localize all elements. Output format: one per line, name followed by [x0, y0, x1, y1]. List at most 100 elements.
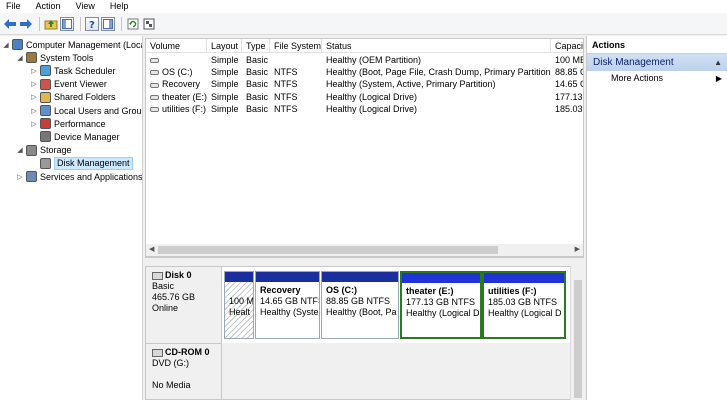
- table-row[interactable]: Simple Basic Healthy (OEM Partition) 100 MB: [146, 54, 583, 66]
- expanded-arrow-icon[interactable]: ◢: [2, 41, 10, 49]
- menu-file[interactable]: File: [0, 0, 26, 13]
- services-icon: [26, 171, 37, 182]
- cdrom-0-label[interactable]: CD-ROM 0 DVD (G:) No Media: [146, 343, 222, 399]
- menu-action[interactable]: Action: [30, 0, 66, 13]
- partition-oem[interactable]: 100 M Healt: [224, 271, 254, 339]
- table-row[interactable]: theater (E:) Simple Basic NTFS Healthy (Logi…: [146, 91, 583, 103]
- table-cell: theater (E:): [146, 91, 207, 103]
- disk-0-label[interactable]: Disk 0 Basic 465.76 GB Online: [146, 267, 222, 343]
- actions-section-disk-management[interactable]: Disk Management ▲: [587, 54, 727, 71]
- tree-item-system-tools[interactable]: ◢ System Tools: [16, 51, 93, 64]
- tree-item-label: System Tools: [40, 52, 94, 63]
- collapsed-arrow-icon[interactable]: ▷: [30, 93, 38, 101]
- partition-name: [229, 285, 253, 296]
- tree-item-local-users-and-groups[interactable]: ▷ Local Users and Groups: [30, 104, 143, 117]
- shared-folder-icon: [40, 91, 51, 103]
- expanded-arrow-icon[interactable]: ◢: [16, 54, 24, 62]
- back-icon[interactable]: [3, 17, 17, 31]
- tree-item-computer-management-local[interactable]: ◢ Computer Management (Local: [2, 38, 142, 51]
- tree-item-performance[interactable]: ▷ Performance: [30, 117, 106, 130]
- table-row[interactable]: OS (C:) Simple Basic NTFS Healthy (Boot, Pag…: [146, 66, 583, 78]
- partition-os-c[interactable]: OS (C:) 88.85 GB NTFS Healthy (Boot, Pa: [321, 271, 399, 339]
- partition-status: Healthy (Boot, Pa: [326, 307, 397, 317]
- properties-icon[interactable]: [142, 17, 156, 31]
- collapsed-arrow-icon[interactable]: ▷: [30, 80, 38, 88]
- disk-view-vertical-scrollbar[interactable]: [570, 266, 584, 400]
- actions-section-label: Disk Management: [593, 57, 674, 68]
- partition-size: 14.65 GB NTFS: [260, 296, 320, 306]
- up-folder-icon[interactable]: [44, 17, 58, 31]
- tree-item-services-and-applications[interactable]: ▷ Services and Applications: [16, 170, 142, 183]
- expanded-arrow-icon[interactable]: ◢: [16, 146, 24, 154]
- partition-size: 88.85 GB NTFS: [326, 296, 391, 306]
- column-header-layout[interactable]: Layout: [207, 39, 242, 53]
- scroll-right-icon[interactable]: ▶: [575, 245, 580, 253]
- table-cell: utilities (F:): [146, 103, 207, 115]
- column-header-capaci[interactable]: Capaci: [551, 39, 583, 53]
- cdrom-0-title: CD-ROM 0: [152, 347, 221, 358]
- disk-icon: [40, 157, 51, 169]
- column-header-file-system[interactable]: File System: [270, 39, 322, 53]
- collapsed-arrow-icon[interactable]: ▷: [16, 173, 24, 181]
- actions-pane: Actions Disk Management ▲ More Actions ▶: [586, 36, 727, 400]
- tree-item-label: Storage: [40, 145, 72, 156]
- disk-0-size: 465.76 GB: [152, 292, 196, 302]
- tree-item-disk-management[interactable]: Disk Management: [30, 156, 133, 170]
- tree-item-task-scheduler[interactable]: ▷ Task Scheduler: [30, 64, 116, 77]
- table-cell: 88.85 G: [555, 67, 584, 78]
- collapsed-arrow-icon[interactable]: ▷: [30, 120, 38, 128]
- scrollbar-thumb[interactable]: [158, 246, 498, 254]
- partition-type-bar: [256, 272, 319, 282]
- more-actions-label: More Actions: [611, 73, 664, 83]
- disk-0-type: Basic: [152, 281, 175, 291]
- computer-icon: [12, 39, 23, 50]
- volume-icon: [150, 58, 159, 64]
- cdrom-icon: [152, 348, 163, 357]
- actions-header: Actions: [587, 36, 727, 54]
- help-icon[interactable]: ?: [85, 16, 99, 31]
- column-header-type[interactable]: Type: [242, 39, 270, 53]
- console-tree: ◢ Computer Management (Local ◢ System Tools…: [0, 36, 143, 400]
- tree-item-storage[interactable]: ◢ Storage: [16, 144, 72, 157]
- table-row[interactable]: utilities (F:) Simple Basic NTFS Healthy (Lo…: [146, 103, 583, 115]
- table-cell: NTFS: [274, 67, 298, 78]
- table-cell: [270, 54, 322, 66]
- scroll-left-icon[interactable]: ◀: [149, 245, 154, 253]
- toolbar-separator: [121, 16, 122, 31]
- tree-item-device-manager[interactable]: Device Manager: [30, 130, 120, 143]
- scrollbar-thumb[interactable]: [574, 280, 582, 398]
- tree-item-label: Local Users and Groups: [54, 105, 143, 116]
- menu-bar: File Action View Help: [0, 0, 727, 13]
- column-header-status[interactable]: Status: [322, 39, 551, 53]
- partition-size: 185.03 GB NTFS: [488, 297, 558, 307]
- partition-utilities-f[interactable]: utilities (F:) 185.03 GB NTFS Healthy (Log…: [482, 271, 566, 339]
- partition-theater-e[interactable]: theater (E:) 177.13 GB NTFS Healthy (Logic…: [400, 271, 482, 339]
- refresh-icon[interactable]: [126, 17, 140, 31]
- tools-icon: [26, 52, 37, 64]
- tree-item-label: Task Scheduler: [54, 65, 116, 76]
- volume-icon: [150, 70, 159, 76]
- tree-item-shared-folders[interactable]: ▷ Shared Folders: [30, 91, 116, 104]
- show-hide-action-pane-icon[interactable]: [101, 16, 115, 31]
- tree-item-label: Device Manager: [54, 131, 120, 142]
- more-actions-item[interactable]: More Actions ▶: [587, 71, 727, 86]
- collapsed-arrow-icon[interactable]: ▷: [30, 107, 38, 115]
- forward-icon[interactable]: [19, 17, 33, 31]
- menu-help[interactable]: Help: [104, 0, 134, 13]
- table-cell: Healthy (OEM Partition): [326, 55, 422, 65]
- table-cell: [146, 54, 207, 66]
- table-row[interactable]: Recovery Simple Basic NTFS Healthy (System, …: [146, 78, 583, 90]
- show-hide-tree-icon[interactable]: [60, 16, 74, 31]
- menu-view[interactable]: View: [70, 0, 100, 13]
- collapse-up-icon[interactable]: ▲: [714, 54, 722, 71]
- column-header-volume[interactable]: Volume: [146, 39, 207, 53]
- partition-name: Recovery: [260, 285, 301, 295]
- table-cell: Basic: [246, 79, 269, 90]
- tree-item-event-viewer[interactable]: ▷ Event Viewer: [30, 78, 107, 91]
- partition-body: Recovery 14.65 GB NTFS Healthy (Syste: [256, 282, 319, 318]
- volume-name: Recovery: [162, 79, 201, 90]
- collapsed-arrow-icon[interactable]: ▷: [30, 67, 38, 75]
- partition-recovery[interactable]: Recovery 14.65 GB NTFS Healthy (Syste: [255, 271, 320, 339]
- volume-list-horizontal-scrollbar[interactable]: ◀ ▶: [145, 244, 584, 257]
- table-cell: Simple: [211, 103, 239, 114]
